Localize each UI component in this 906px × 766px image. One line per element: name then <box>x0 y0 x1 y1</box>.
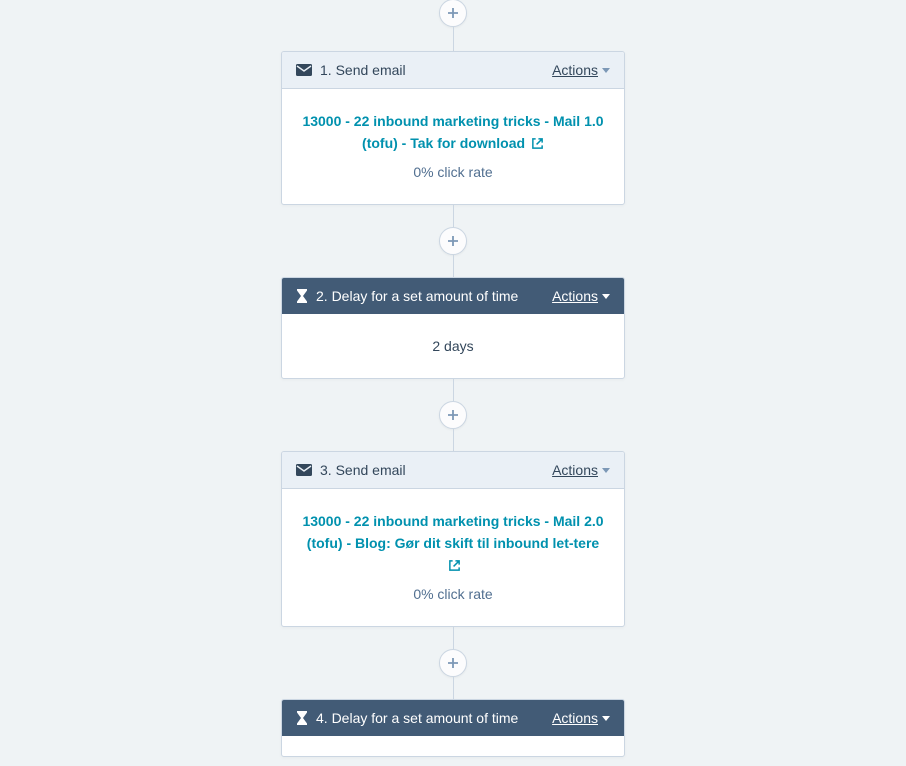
step-title: 1. Send email <box>320 62 406 78</box>
caret-down-icon <box>602 68 610 73</box>
connector-line <box>453 255 454 277</box>
workflow-step-delay[interactable]: 2. Delay for a set amount of time Action… <box>281 277 625 379</box>
caret-down-icon <box>602 468 610 473</box>
workflow-step-send-email[interactable]: 3. Send email Actions 13000 - 22 inbound… <box>281 451 625 627</box>
actions-menu[interactable]: Actions <box>552 288 610 304</box>
workflow-step-send-email[interactable]: 1. Send email Actions 13000 - 22 inbound… <box>281 51 625 205</box>
connector-line <box>453 379 454 401</box>
external-link-icon <box>531 137 544 150</box>
actions-label: Actions <box>552 710 598 726</box>
step-header: 3. Send email Actions <box>282 452 624 489</box>
connector-line <box>453 27 454 51</box>
email-icon <box>296 464 312 476</box>
add-step-button[interactable] <box>439 649 467 677</box>
email-link[interactable]: 13000 - 22 inbound marketing tricks - Ma… <box>300 511 606 576</box>
step-header: 2. Delay for a set amount of time Action… <box>282 278 624 314</box>
add-step-button[interactable] <box>439 227 467 255</box>
email-link[interactable]: 13000 - 22 inbound marketing tricks - Ma… <box>300 111 606 154</box>
step-header: 4. Delay for a set amount of time Action… <box>282 700 624 736</box>
add-step-button[interactable] <box>439 0 467 27</box>
external-link-icon <box>448 559 461 572</box>
hourglass-icon <box>296 289 308 303</box>
click-rate: 0% click rate <box>300 586 606 602</box>
actions-label: Actions <box>552 62 598 78</box>
workflow-canvas: 1. Send email Actions 13000 - 22 inbound… <box>0 0 906 766</box>
email-name: 13000 - 22 inbound marketing tricks - Ma… <box>302 113 603 151</box>
actions-menu[interactable]: Actions <box>552 462 610 478</box>
connector-line <box>453 429 454 451</box>
caret-down-icon <box>602 716 610 721</box>
step-body: 13000 - 22 inbound marketing tricks - Ma… <box>282 89 624 204</box>
add-step-button[interactable] <box>439 401 467 429</box>
caret-down-icon <box>602 294 610 299</box>
step-title: 3. Send email <box>320 462 406 478</box>
hourglass-icon <box>296 711 308 725</box>
step-body: 13000 - 22 inbound marketing tricks - Ma… <box>282 489 624 626</box>
step-body <box>282 736 624 756</box>
connector-line <box>453 677 454 699</box>
email-icon <box>296 64 312 76</box>
delay-duration: 2 days <box>432 338 473 354</box>
actions-menu[interactable]: Actions <box>552 62 610 78</box>
step-body: 2 days <box>282 314 624 378</box>
connector-line <box>453 205 454 227</box>
workflow-step-delay[interactable]: 4. Delay for a set amount of time Action… <box>281 699 625 757</box>
actions-label: Actions <box>552 462 598 478</box>
connector-line <box>453 627 454 649</box>
email-name: 13000 - 22 inbound marketing tricks - Ma… <box>302 513 603 551</box>
actions-menu[interactable]: Actions <box>552 710 610 726</box>
step-title: 4. Delay for a set amount of time <box>316 710 518 726</box>
step-title: 2. Delay for a set amount of time <box>316 288 518 304</box>
actions-label: Actions <box>552 288 598 304</box>
click-rate: 0% click rate <box>300 164 606 180</box>
step-header: 1. Send email Actions <box>282 52 624 89</box>
